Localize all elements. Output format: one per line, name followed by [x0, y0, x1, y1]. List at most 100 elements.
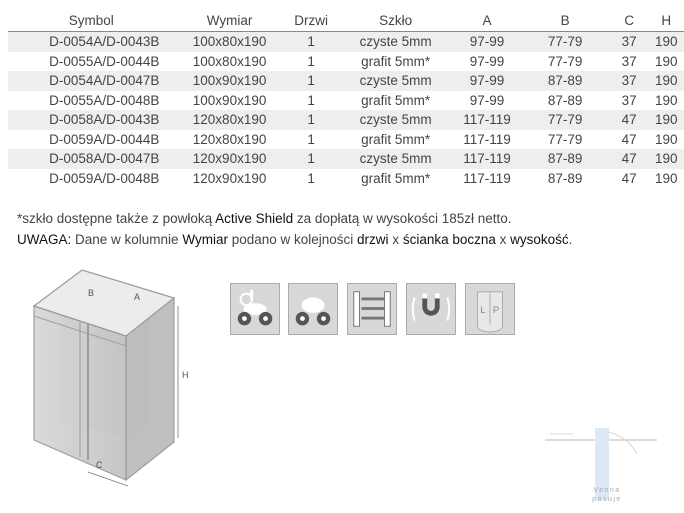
logo-line2: pasuje — [592, 496, 622, 503]
cell-a: 97-99 — [469, 53, 505, 69]
cell-szklo: czyste 5mm — [337, 149, 454, 169]
header-c: C — [624, 12, 635, 28]
table-row: D-0058A/D-0047B 120x90x190 1 czyste 5mm … — [8, 149, 684, 169]
header-wymiar: Wymiar — [206, 12, 253, 28]
note-text: x — [388, 232, 403, 247]
icon-label-p: P — [493, 305, 499, 316]
drawing-label-b: B — [88, 288, 94, 298]
note-highlight: Active Shield — [215, 211, 294, 226]
cell-symbol: D-0058A/D-0043B — [8, 110, 175, 130]
table-row: D-0058A/D-0043B 120x80x190 1 czyste 5mm … — [8, 110, 684, 130]
cell-a: 117-119 — [453, 110, 521, 130]
cell-h: 190 — [655, 131, 678, 147]
cell-h: 190 — [648, 110, 684, 130]
table-body: D-0054A/D-0043B 100x80x190 1 czyste 5mm … — [8, 31, 684, 189]
drawing-label-h: H — [182, 370, 189, 380]
cell-c: 37 — [609, 71, 649, 91]
table-row: D-0059A/D-0044B 120x80x190 1 grafit 5mm*… — [8, 130, 684, 150]
cell-szklo: czyste 5mm — [337, 71, 454, 91]
cell-c: 47 — [621, 170, 637, 186]
cell-szklo: grafit 5mm* — [361, 170, 431, 186]
cell-symbol: D-0055A/D-0048B — [49, 92, 160, 108]
brand-logo: Venna pasuje — [545, 428, 657, 503]
cell-c: 37 — [621, 53, 637, 69]
cell-drzwi: 1 — [284, 71, 338, 91]
header-symbol: Symbol — [68, 12, 114, 28]
cell-wymiar: 100x80x190 — [174, 31, 285, 52]
cell-b: 77-79 — [547, 131, 583, 147]
rollers-bottom-icon — [288, 283, 338, 335]
cell-b: 87-89 — [520, 149, 610, 169]
rollers-top-icon — [230, 283, 280, 335]
note-highlight: Wymiar — [182, 232, 228, 247]
icon-label-l: L — [480, 305, 486, 316]
cell-a: 117-119 — [463, 170, 511, 186]
header-h: H — [661, 12, 672, 28]
cell-wymiar: 100x90x190 — [192, 92, 267, 108]
note-text: *szkło dostępne także z powłoką — [17, 211, 216, 226]
header-szklo: Szkło — [379, 12, 413, 28]
cell-c: 47 — [621, 131, 637, 147]
cell-b: 87-89 — [520, 71, 610, 91]
glass-coating-note: *szkło dostępne także z powłoką Active S… — [17, 211, 512, 226]
cell-drzwi: 1 — [307, 92, 315, 108]
cell-a: 97-99 — [453, 71, 521, 91]
note-text: . — [568, 232, 573, 247]
cell-a: 97-99 — [469, 92, 505, 108]
cell-drzwi: 1 — [284, 149, 338, 169]
cell-wymiar: 120x80x190 — [192, 131, 267, 147]
cell-symbol: D-0054A/D-0043B — [8, 31, 175, 52]
table-row: D-0054A/D-0047B 100x90x190 1 czyste 5mm … — [8, 71, 684, 91]
note-highlight: drzwi — [357, 232, 389, 247]
cell-a: 117-119 — [453, 149, 521, 169]
cell-a: 117-119 — [463, 131, 511, 147]
header-a: A — [482, 12, 492, 28]
note-text: podano w kolejności — [227, 232, 358, 247]
cell-c: 47 — [609, 149, 649, 169]
cell-szklo: grafit 5mm* — [361, 92, 431, 108]
cell-wymiar: 120x80x190 — [174, 110, 285, 130]
cell-b: 87-89 — [547, 170, 583, 186]
cell-symbol: D-0059A/D-0044B — [49, 131, 160, 147]
cell-h: 190 — [655, 53, 678, 69]
cell-c: 37 — [609, 31, 649, 52]
cell-h: 190 — [648, 149, 684, 169]
cell-b: 77-79 — [520, 110, 610, 130]
cell-drzwi: 1 — [284, 31, 338, 52]
note-highlight: wysokość — [510, 232, 569, 247]
logo-line1: Venna — [593, 487, 620, 494]
sliding-door-icon — [347, 283, 397, 335]
header-drzwi: Drzwi — [294, 12, 329, 28]
note-text: Dane w kolumnie — [71, 232, 183, 247]
cell-drzwi: 1 — [307, 53, 315, 69]
drawing-label-a: A — [134, 292, 140, 302]
cell-h: 190 — [655, 92, 678, 108]
cell-b: 87-89 — [547, 92, 583, 108]
table-row: D-0059A/D-0048B 120x90x190 1 grafit 5mm*… — [8, 169, 684, 189]
table-row: D-0054A/D-0043B 100x80x190 1 czyste 5mm … — [8, 31, 684, 52]
cell-symbol: D-0059A/D-0048B — [49, 170, 160, 186]
cell-szklo: grafit 5mm* — [361, 131, 431, 147]
note-highlight: ścianka boczna — [402, 232, 496, 247]
table-row: D-0055A/D-0048B 100x90x190 1 grafit 5mm*… — [8, 91, 684, 111]
note-text: za dopłatą w wysokości 185zł netto. — [293, 211, 512, 226]
magnetic-seal-icon — [406, 283, 456, 335]
cell-symbol: D-0054A/D-0047B — [8, 71, 175, 91]
cell-symbol: D-0055A/D-0044B — [49, 53, 160, 69]
cell-c: 37 — [621, 92, 637, 108]
cell-h: 190 — [648, 71, 684, 91]
cell-b: 77-79 — [520, 31, 610, 52]
table-header-row: Symbol Wymiar Drzwi Szkło A B C H — [8, 9, 684, 32]
specification-table: Symbol Wymiar Drzwi Szkło A B C H D-0054… — [8, 9, 684, 188]
drawing-label-c: C — [96, 460, 103, 470]
cell-wymiar: 100x80x190 — [192, 53, 267, 69]
cell-szklo: czyste 5mm — [337, 31, 454, 52]
cell-wymiar: 120x90x190 — [174, 149, 285, 169]
shower-enclosure-drawing: B A H C — [32, 269, 189, 487]
cell-drzwi: 1 — [284, 110, 338, 130]
cell-c: 47 — [609, 110, 649, 130]
note-text: x — [495, 232, 511, 247]
cell-szklo: grafit 5mm* — [361, 53, 431, 69]
note-warning-label: UWAGA: — [17, 232, 72, 247]
cell-wymiar: 100x90x190 — [174, 71, 285, 91]
